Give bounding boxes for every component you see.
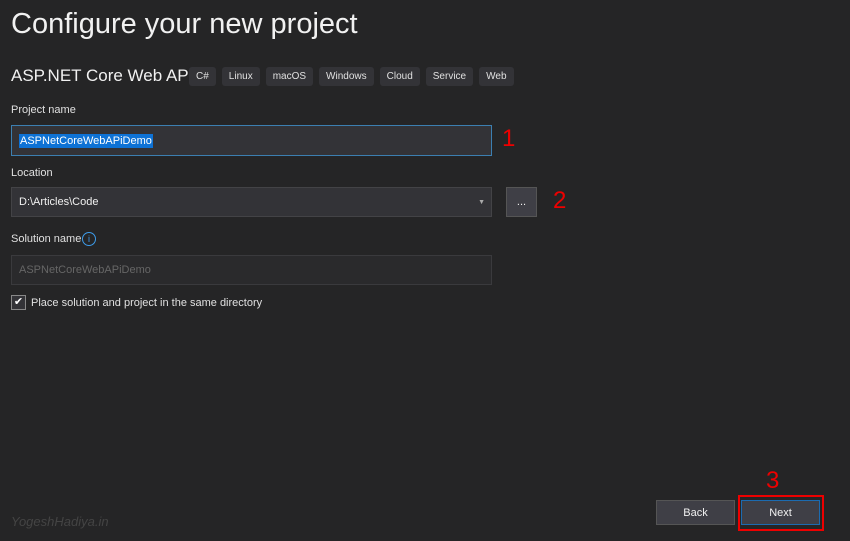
- solution-name-input: ASPNetCoreWebAPiDemo: [11, 255, 492, 285]
- info-icon[interactable]: i: [82, 232, 96, 246]
- annotation-3: 3: [766, 467, 780, 494]
- watermark: YogeshHadiya.in: [11, 514, 109, 529]
- template-name: ASP.NET Core Web API: [11, 66, 194, 85]
- location-dropdown[interactable]: D:\Articles\Code ▼: [11, 187, 492, 217]
- chevron-down-icon: ▼: [478, 198, 485, 206]
- tag: Linux: [221, 67, 260, 86]
- back-button[interactable]: Back: [656, 500, 735, 525]
- annotation-1: 1: [502, 125, 516, 152]
- solution-name-placeholder: ASPNetCoreWebAPiDemo: [19, 264, 151, 276]
- browse-button[interactable]: ...: [506, 187, 537, 217]
- project-name-value: ASPNetCoreWebAPiDemo: [19, 133, 153, 148]
- annotation-2: 2: [553, 187, 567, 214]
- tag: Web: [479, 67, 514, 86]
- tag: Service: [425, 67, 474, 86]
- tag: macOS: [265, 67, 314, 86]
- tag: Windows: [319, 67, 374, 86]
- project-name-label: Project name: [11, 104, 76, 116]
- location-label: Location: [11, 167, 53, 179]
- template-tags: C# Linux macOS Windows Cloud Service Web: [189, 67, 514, 86]
- checkmark-icon: ✔: [13, 296, 24, 308]
- tag: Cloud: [379, 67, 420, 86]
- same-directory-checkbox[interactable]: ✔: [11, 295, 26, 310]
- location-value: D:\Articles\Code: [19, 196, 99, 208]
- same-directory-label[interactable]: Place solution and project in the same d…: [31, 297, 262, 309]
- project-name-input[interactable]: ASPNetCoreWebAPiDemo: [11, 125, 492, 156]
- next-button[interactable]: Next: [741, 500, 820, 525]
- tag: C#: [189, 67, 216, 86]
- solution-name-label: Solution name: [11, 233, 82, 245]
- page-title: Configure your new project: [11, 8, 358, 40]
